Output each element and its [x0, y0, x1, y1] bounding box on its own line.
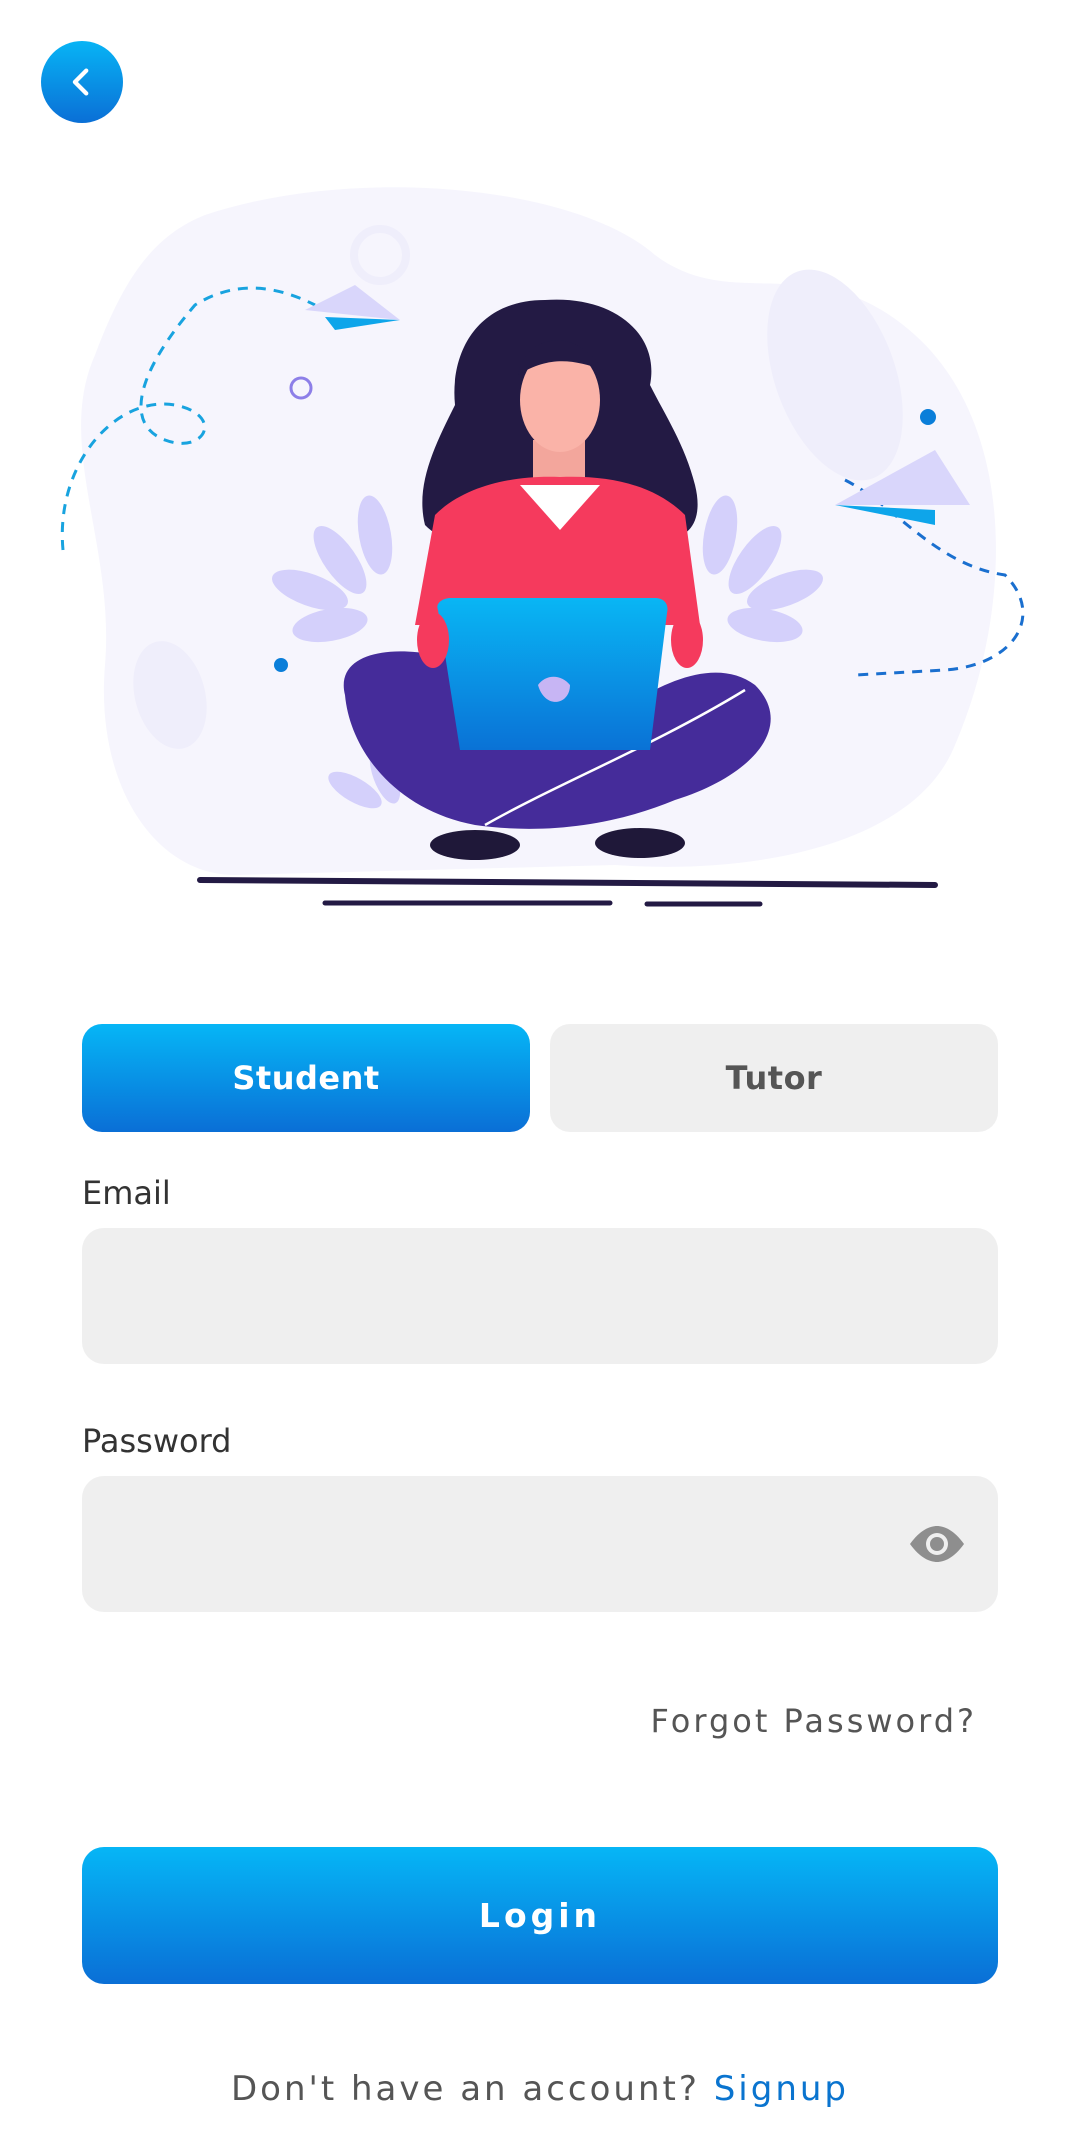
- eye-icon: [910, 1526, 964, 1562]
- hero-illustration: [60, 187, 1025, 907]
- password-field-container: [82, 1476, 998, 1612]
- signup-row: Don't have an account? Signup: [0, 2069, 1080, 2109]
- chevron-left-icon: [72, 68, 89, 96]
- signup-link[interactable]: Signup: [714, 2069, 849, 2109]
- signup-prompt: Don't have an account?: [230, 2069, 700, 2109]
- tutor-toggle-button[interactable]: Tutor: [550, 1024, 998, 1132]
- password-label: Password: [82, 1422, 232, 1460]
- forgot-password-link[interactable]: Forgot Password?: [651, 1702, 978, 1740]
- email-field[interactable]: [82, 1228, 998, 1364]
- password-field[interactable]: [82, 1476, 998, 1612]
- email-field-container: [82, 1228, 998, 1364]
- login-button[interactable]: Login: [82, 1847, 998, 1984]
- show-password-toggle[interactable]: [908, 1520, 966, 1568]
- student-toggle-button[interactable]: Student: [82, 1024, 530, 1132]
- email-label: Email: [82, 1174, 171, 1212]
- back-button[interactable]: [41, 41, 123, 123]
